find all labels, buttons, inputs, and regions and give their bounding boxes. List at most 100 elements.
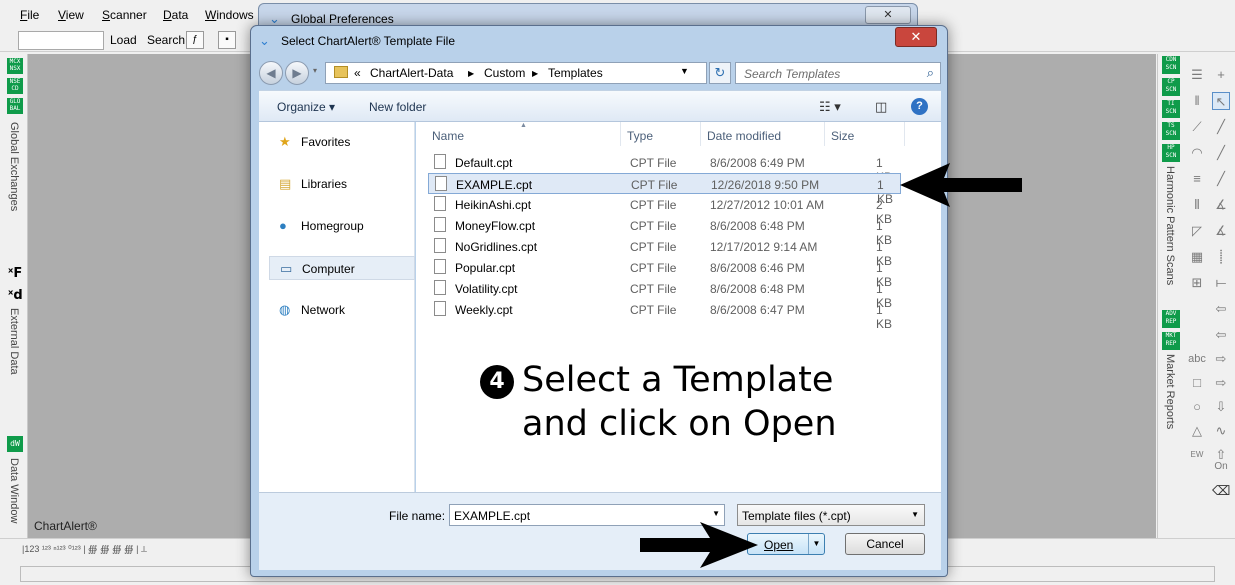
- view-options-icon[interactable]: ☷ ▾: [819, 99, 841, 115]
- nse-cd-button[interactable]: NSE CD: [7, 78, 23, 94]
- vertical-line-icon[interactable]: ⸽: [1212, 248, 1230, 266]
- arrow-right-icon[interactable]: ⇨: [1212, 350, 1230, 368]
- external-d-icon[interactable]: ˣd: [8, 288, 23, 303]
- fan-icon[interactable]: ⟋: [1188, 118, 1206, 136]
- crosshair-icon[interactable]: +: [1212, 66, 1230, 84]
- open-dropdown-icon[interactable]: ▼: [808, 534, 824, 554]
- organize-button[interactable]: Organize ▾: [277, 100, 335, 114]
- close-icon[interactable]: ✕: [895, 27, 937, 47]
- file-row[interactable]: Popular.cpt CPT File 8/6/2008 6:46 PM 1 …: [428, 257, 901, 289]
- cancel-button[interactable]: Cancel: [845, 533, 925, 555]
- arrow-down-icon[interactable]: ⇩: [1212, 398, 1230, 416]
- pointer-icon[interactable]: ↖: [1212, 92, 1230, 110]
- search-button[interactable]: Search: [147, 33, 185, 47]
- nav-computer[interactable]: ▭ Computer: [269, 256, 415, 280]
- save-icon[interactable]: ▪: [218, 31, 236, 49]
- external-f-icon[interactable]: ˣF: [8, 266, 22, 281]
- angles-2-icon[interactable]: ∡: [1212, 222, 1230, 240]
- arc-icon[interactable]: ◠: [1188, 144, 1206, 162]
- mcx-nsx-button[interactable]: MCX NSX: [7, 58, 23, 74]
- column-type[interactable]: Type: [627, 129, 653, 143]
- elliott-wave-icon[interactable]: EW: [1188, 446, 1206, 464]
- menu-file[interactable]: File: [20, 8, 39, 22]
- harmonic-pattern-scans-label[interactable]: Harmonic Pattern Scans: [1164, 166, 1176, 285]
- new-folder-button[interactable]: New folder: [369, 100, 426, 114]
- breadcrumb-chartalert-data[interactable]: ChartAlert-Data: [370, 66, 453, 80]
- ellipse-icon[interactable]: ○: [1188, 398, 1206, 416]
- breadcrumb-custom[interactable]: Custom: [484, 66, 525, 80]
- address-prefix: «: [354, 66, 361, 80]
- chart-icon[interactable]: ƒ: [186, 31, 204, 49]
- address-dropdown-icon[interactable]: ▼: [680, 66, 689, 76]
- table-icon[interactable]: ⊞: [1188, 274, 1206, 292]
- nav-libraries[interactable]: ▤ Libraries: [269, 172, 415, 196]
- file-type-select[interactable]: Template files (*.cpt) ▼: [737, 504, 925, 526]
- nav-network[interactable]: ◍ Network: [269, 298, 415, 322]
- wave-icon[interactable]: ∿: [1212, 422, 1230, 440]
- eraser-icon[interactable]: ⌫: [1212, 482, 1230, 500]
- global-button[interactable]: GLO BAL: [7, 98, 23, 114]
- menu-data[interactable]: Data: [163, 8, 188, 22]
- arrow-left-2-icon[interactable]: ⇦: [1212, 326, 1230, 344]
- nav-favorites[interactable]: ★ Favorites: [269, 130, 415, 154]
- breadcrumb-templates[interactable]: Templates: [548, 66, 603, 80]
- menu-scanner[interactable]: Scanner: [102, 8, 147, 22]
- market-reports-label[interactable]: Market Reports: [1164, 354, 1176, 429]
- grid-icon[interactable]: ▦: [1188, 248, 1206, 266]
- address-bar[interactable]: « ChartAlert-Data ▶ Custom ▶ Templates ▼: [325, 62, 707, 84]
- close-icon[interactable]: ✕: [865, 6, 911, 24]
- ts-scan-button[interactable]: TS SCN: [1162, 122, 1180, 140]
- trendline-sl-icon[interactable]: ╱: [1212, 144, 1230, 162]
- arrow-right-2-icon[interactable]: ⇨: [1212, 374, 1230, 392]
- lines-icon[interactable]: ☰: [1188, 66, 1206, 84]
- column-size[interactable]: Size: [831, 129, 854, 143]
- history-dropdown-icon[interactable]: ▾: [313, 66, 317, 75]
- data-window-label[interactable]: Data Window: [8, 458, 20, 523]
- external-data-label[interactable]: External Data: [8, 308, 20, 375]
- file-row[interactable]: Weekly.cpt CPT File 8/6/2008 6:47 PM 1 K…: [428, 299, 901, 331]
- refresh-icon[interactable]: ↻: [709, 62, 731, 84]
- preview-pane-icon[interactable]: ◫: [875, 99, 887, 115]
- global-exchanges-label[interactable]: Global Exchanges: [8, 122, 20, 211]
- rectangle-icon[interactable]: □: [1188, 374, 1206, 392]
- menu-view[interactable]: View: [58, 8, 84, 22]
- file-row[interactable]: MoneyFlow.cpt CPT File 8/6/2008 6:48 PM …: [428, 215, 901, 247]
- on-label[interactable]: On: [1212, 458, 1230, 476]
- column-name[interactable]: Name: [432, 129, 464, 143]
- hp-scan-button[interactable]: HP SCN: [1162, 144, 1180, 162]
- menu-windows[interactable]: Windows: [205, 8, 254, 22]
- adv-report-button[interactable]: ADV REP: [1162, 310, 1180, 328]
- trendline-icon[interactable]: ╱: [1212, 118, 1230, 136]
- triangle-icon[interactable]: △: [1188, 422, 1206, 440]
- bars-icon[interactable]: ‖: [1188, 92, 1206, 110]
- file-icon: [434, 301, 446, 316]
- file-row[interactable]: NoGridlines.cpt CPT File 12/17/2012 9:14…: [428, 236, 901, 268]
- pointer-arrow-2-icon: [640, 522, 758, 568]
- chevron-down-icon[interactable]: ▼: [712, 509, 720, 518]
- mkt-report-button[interactable]: MKT REP: [1162, 332, 1180, 350]
- trendline-2-icon[interactable]: ╱: [1212, 170, 1230, 188]
- load-button[interactable]: Load: [110, 33, 137, 47]
- nav-homegroup[interactable]: ● Homegroup: [269, 214, 415, 238]
- forward-icon[interactable]: ▶: [285, 61, 309, 85]
- arrow-left-icon[interactable]: ⇦: [1212, 300, 1230, 318]
- cdn-scan-button[interactable]: CDN SCN: [1162, 56, 1180, 74]
- gann-icon[interactable]: ◸: [1188, 222, 1206, 240]
- column-date-modified[interactable]: Date modified: [707, 129, 781, 143]
- help-icon[interactable]: ?: [911, 98, 928, 115]
- list-icon[interactable]: ≡: [1188, 170, 1206, 188]
- columns-icon[interactable]: ⦀: [1188, 196, 1206, 214]
- file-row[interactable]: Volatility.cpt CPT File 8/6/2008 6:48 PM…: [428, 278, 901, 310]
- angles-icon[interactable]: ∡: [1212, 196, 1230, 214]
- dialog-title: Select ChartAlert® Template File: [281, 34, 456, 48]
- search-input[interactable]: Search Templates ⌕: [735, 62, 941, 84]
- cp-scan-button[interactable]: CP SCN: [1162, 78, 1180, 96]
- data-window-icon[interactable]: dW: [7, 436, 23, 452]
- ti-scan-button[interactable]: TI SCN: [1162, 100, 1180, 118]
- text-icon[interactable]: abc: [1188, 350, 1206, 368]
- period-icon[interactable]: |123 ¹²³ ⁿ¹²³ ⁰¹²³ | ∰ ∰ ∰ ∰ | ⟂: [22, 544, 147, 555]
- folder-icon: [334, 66, 348, 78]
- horizontal-line-icon[interactable]: ⟝: [1212, 274, 1230, 292]
- symbol-input[interactable]: [18, 31, 104, 50]
- back-icon[interactable]: ◀: [259, 61, 283, 85]
